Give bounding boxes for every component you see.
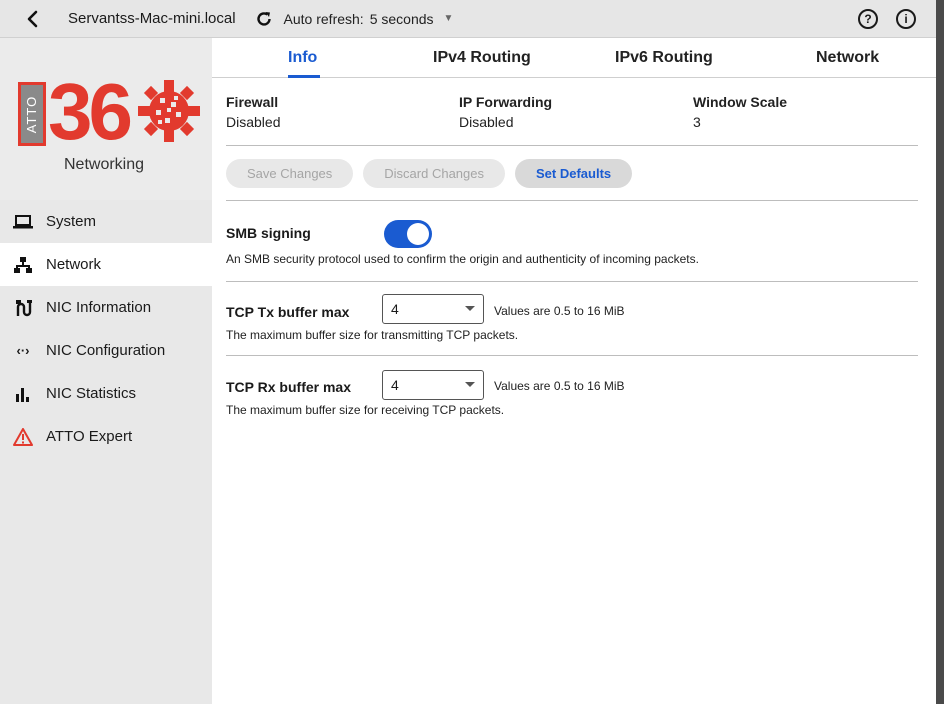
help-icon[interactable]: ?: [858, 8, 878, 29]
auto-refresh-label: Auto refresh:: [283, 10, 364, 27]
tcp-rx-description: The maximum buffer size for receiving TC…: [226, 403, 504, 417]
sidebar-item-atto-expert[interactable]: ATTO Expert: [0, 415, 212, 458]
divider: [226, 145, 918, 146]
divider: [226, 281, 918, 282]
sidebar: ATTO 36 Networking System Network NIC In…: [0, 38, 212, 704]
auto-refresh-dropdown-icon[interactable]: ▼: [444, 13, 454, 24]
save-changes-button[interactable]: Save Changes: [226, 159, 354, 188]
tcp-rx-range: Values are 0.5 to 16 MiB: [494, 379, 625, 393]
tab-bar: Info IPv4 Routing IPv6 Routing Network: [212, 38, 936, 78]
main-panel: Info IPv4 Routing IPv6 Routing Network F…: [212, 38, 936, 704]
bar-chart-icon: [12, 384, 34, 404]
tcp-rx-desc-text: The maximum buffer size for receiving TC…: [226, 403, 505, 417]
smb-signing-desc-text: An SMB security protocol used to confirm…: [226, 252, 699, 266]
firewall-info: Firewall Disabled: [226, 94, 280, 130]
chevron-down-icon: [465, 306, 475, 311]
smb-signing-toggle[interactable]: [384, 220, 432, 248]
window-scale-info: Window Scale 3: [693, 94, 787, 130]
logo: ATTO 36 Networking: [0, 38, 212, 200]
host-name: Servantss-Mac-mini.local: [68, 10, 236, 27]
tcp-tx-desc-text: The maximum buffer size for transmitting…: [226, 328, 519, 342]
window-scale-value: 3: [693, 114, 701, 130]
divider: [226, 200, 918, 201]
info-icon[interactable]: i: [896, 8, 916, 29]
smb-signing-description: An SMB security protocol used to confirm…: [226, 252, 699, 266]
tcp-tx-label: TCP Tx buffer max: [226, 304, 350, 320]
back-button[interactable]: [20, 7, 44, 31]
tab-info[interactable]: Info: [288, 38, 317, 78]
smb-signing-title: SMB signing: [226, 225, 311, 241]
logo-atto-text: ATTO: [24, 95, 40, 133]
divider: [226, 355, 918, 356]
logo-subtitle: Networking: [64, 156, 145, 173]
info-summary: Firewall Disabled IP Forwarding Disabled…: [226, 94, 918, 146]
chevron-down-icon: [465, 382, 475, 387]
set-defaults-button[interactable]: Set Defaults: [515, 159, 633, 188]
discard-changes-button[interactable]: Discard Changes: [363, 159, 505, 188]
refresh-button[interactable]: [254, 9, 274, 29]
app-window: Servantss-Mac-mini.local Auto refresh: 5…: [0, 0, 936, 704]
laptop-icon: [12, 212, 34, 232]
sidebar-item-label: NIC Information: [46, 299, 152, 316]
tcp-rx-value: 4: [391, 377, 399, 393]
logo-number: 36: [48, 67, 133, 156]
tab-network[interactable]: Network: [816, 38, 879, 78]
warning-icon: [12, 427, 34, 447]
toggle-knob: [407, 223, 429, 245]
ip-forwarding-info: IP Forwarding Disabled: [459, 94, 552, 130]
sidebar-nav: System Network NIC Information ‹·› NIC C…: [0, 200, 212, 458]
sidebar-item-nic-statistics[interactable]: NIC Statistics: [0, 372, 212, 415]
active-tab-indicator: [288, 75, 320, 78]
smb-signing-label: SMB signing: [226, 225, 311, 241]
tcp-tx-title: TCP Tx buffer max: [226, 304, 349, 320]
sidebar-item-label: NIC Configuration: [46, 342, 166, 359]
sidebar-item-network[interactable]: Network: [0, 243, 212, 286]
window-edge: [936, 0, 944, 704]
ip-forwarding-label: IP Forwarding: [459, 94, 553, 110]
tab-ipv4-routing[interactable]: IPv4 Routing: [433, 38, 531, 78]
sidebar-item-label: System: [46, 213, 97, 230]
action-buttons: Save Changes Discard Changes Set Default…: [226, 159, 633, 188]
code-arrows-icon: ‹·›: [16, 343, 30, 358]
nic-information-icon: [12, 298, 34, 318]
chevron-left-icon: [27, 10, 38, 27]
sidebar-item-nic-configuration[interactable]: ‹·› NIC Configuration: [0, 329, 212, 372]
ip-forwarding-value: Disabled: [459, 114, 514, 130]
network-icon: [12, 255, 34, 275]
logo-gear-icon: [138, 80, 200, 142]
firewall-value: Disabled: [226, 114, 281, 130]
tcp-tx-range: Values are 0.5 to 16 MiB: [494, 304, 625, 318]
refresh-icon: [256, 11, 271, 26]
sidebar-item-system[interactable]: System: [0, 200, 212, 243]
tcp-rx-select[interactable]: 4: [382, 370, 484, 400]
auto-refresh-value[interactable]: 5 seconds: [370, 11, 434, 27]
tcp-tx-description: The maximum buffer size for transmitting…: [226, 328, 518, 342]
tcp-tx-select[interactable]: 4: [382, 294, 484, 324]
sidebar-item-label: NIC Statistics: [46, 385, 137, 402]
top-right-actions: ? i: [858, 8, 916, 29]
tcp-tx-value: 4: [391, 301, 399, 317]
tcp-rx-title: TCP Rx buffer max: [226, 379, 351, 395]
logo-atto-box: ATTO: [18, 82, 46, 146]
tab-ipv6-routing[interactable]: IPv6 Routing: [615, 38, 713, 78]
sidebar-item-label: Network: [46, 256, 102, 273]
sidebar-item-nic-information[interactable]: NIC Information: [0, 286, 212, 329]
top-bar: Servantss-Mac-mini.local Auto refresh: 5…: [0, 0, 936, 38]
tcp-rx-label: TCP Rx buffer max: [226, 379, 351, 395]
window-scale-label: Window Scale: [693, 94, 788, 110]
sidebar-item-label: ATTO Expert: [46, 428, 133, 445]
firewall-label: Firewall: [226, 94, 279, 110]
